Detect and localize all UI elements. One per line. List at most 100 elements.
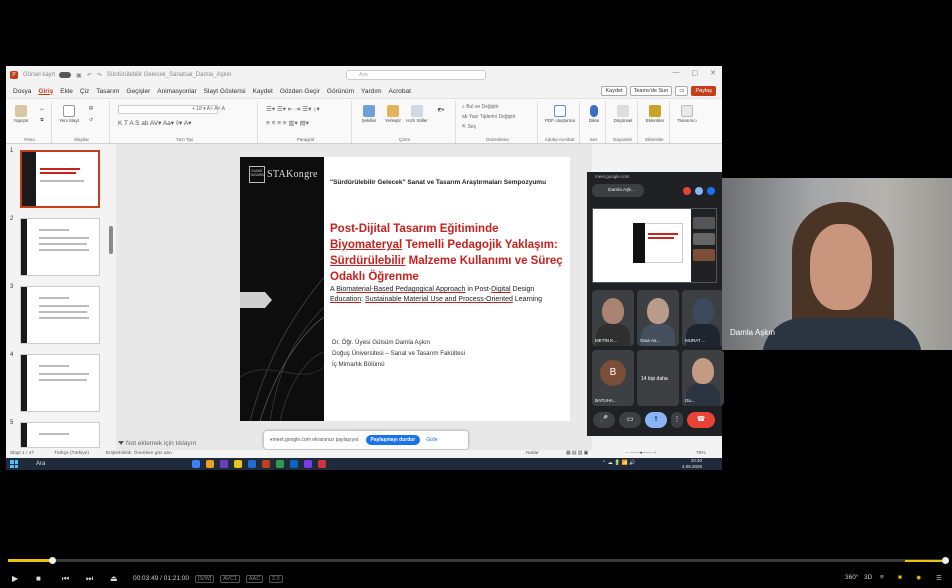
layout-icon[interactable]: ▤ (84, 105, 98, 111)
autosave-toggle[interactable] (59, 72, 72, 78)
notes-toggle[interactable]: Notlar (526, 450, 539, 458)
cut-icon[interactable]: ✂ (36, 107, 48, 113)
more-participants-tile[interactable]: 14 kişi daha (637, 350, 679, 406)
new-slide-button[interactable]: Yeni Slayt (58, 105, 80, 123)
system-tray[interactable]: ⌃ ☁ 🔋 📶 🔊 (602, 460, 635, 466)
slide-thumbnail-selected[interactable] (20, 150, 100, 208)
seek-handle[interactable] (49, 557, 56, 564)
reset-icon[interactable]: ↺ (84, 117, 98, 123)
participant-tile[interactable]: Onur As... (637, 290, 679, 346)
menu-icon[interactable]: ☰ (936, 574, 942, 582)
menu-item[interactable]: Çiz (80, 88, 89, 95)
more-options-icon[interactable]: ⋮ (671, 412, 683, 428)
3d-button[interactable]: 3D (864, 574, 872, 581)
participant-tile[interactable]: MURAT ... (682, 290, 724, 346)
slide-thumbnail[interactable] (20, 354, 100, 412)
eject-icon[interactable]: ⏏ (110, 574, 118, 583)
menu-item[interactable]: Animasyonlar (157, 88, 196, 95)
undo-icon[interactable]: ↶ (87, 72, 92, 79)
chrome-icon[interactable] (206, 460, 214, 468)
participant-tile[interactable]: METİN K... (592, 290, 634, 346)
leave-call-button[interactable]: ☎ (687, 412, 715, 428)
taskbar-search[interactable]: Ara (26, 459, 96, 469)
menu-item[interactable]: Yardım (361, 88, 381, 95)
slide-thumbnail[interactable] (20, 218, 100, 276)
onenote-icon[interactable] (304, 460, 312, 468)
meet-self-pill[interactable]: Damla Aşk... (592, 184, 644, 197)
equalizer-icon[interactable]: ≡ (880, 574, 884, 581)
list-buttons[interactable]: ☰▾ ☰▾ ⇤ ⇥ ☰▾ ↕▾ (266, 105, 320, 113)
dictate-button[interactable]: Dikte (584, 105, 604, 123)
file-explorer-icon[interactable] (234, 460, 242, 468)
pdf-reader-icon[interactable] (318, 460, 326, 468)
find-replace-button[interactable]: ⌕ Bul ve Değiştir (462, 104, 498, 110)
menu-item[interactable]: Slayt Gösterisi (204, 88, 246, 95)
language-status[interactable]: Türkçe (Türkiye) (54, 450, 89, 458)
next-icon[interactable]: ⏭ (86, 574, 93, 584)
slide-thumbnail[interactable] (20, 286, 100, 344)
teams-icon[interactable] (220, 460, 228, 468)
menu-item[interactable]: Ekle (60, 88, 73, 95)
menu-item[interactable]: Tasarım (96, 88, 119, 95)
view-buttons[interactable]: ▦ ▤ ▥ ▣ (566, 450, 588, 458)
excel-icon[interactable] (276, 460, 284, 468)
record-button[interactable]: Kaydet (601, 86, 627, 96)
hide-banner-button[interactable]: Gizle (426, 437, 437, 443)
pen-icon[interactable] (695, 187, 703, 195)
accessibility-status[interactable]: Erişilebilirlik: Önerilere göz atın (106, 450, 172, 458)
slide-thumbnail[interactable] (20, 422, 100, 448)
menu-item[interactable]: Geçişler (126, 88, 150, 95)
play-icon[interactable]: ▶ (12, 574, 18, 583)
menu-item[interactable]: Dosya (13, 88, 31, 95)
windows-start-icon[interactable] (10, 460, 18, 468)
minimize-icon[interactable]: — (673, 69, 680, 77)
close-icon[interactable]: ✕ (710, 69, 716, 77)
volume-handle[interactable] (942, 557, 949, 564)
outlook-icon[interactable] (290, 460, 298, 468)
font-size-field[interactable]: + 18 ▾ A˄ A˅ A (192, 106, 225, 112)
current-slide[interactable]: SANAT TASARIM STAKongre "Sürdürülebilir … (240, 157, 570, 421)
teams-present-button[interactable]: Teams'de Sun (629, 86, 673, 96)
designer-button[interactable]: Düşünsel (610, 105, 636, 123)
chevron-down-icon[interactable] (118, 441, 124, 445)
copy-icon[interactable]: ⧉ (36, 117, 48, 122)
microphone-button[interactable]: 🎤 (593, 412, 615, 428)
search-input[interactable]: Ara (346, 70, 486, 80)
zoom-slider[interactable]: − ——●—— + (626, 450, 656, 458)
settings-gear-icon[interactable]: ✹ (916, 574, 921, 582)
menu-item[interactable]: Gözden Geçir (280, 88, 320, 95)
addins-button[interactable]: Eklentiler (642, 105, 668, 123)
redo-icon[interactable]: ↷ (97, 72, 102, 79)
participant-tile[interactable]: Da... (682, 350, 724, 406)
share-button[interactable]: Paylaş (691, 86, 716, 96)
replace-font-button[interactable]: ab Yazı Tiplerini Değiştir (462, 114, 515, 120)
menu-item[interactable]: Acrobat (389, 88, 411, 95)
stop-sharing-button[interactable]: Paylaşmayı durdur (365, 435, 421, 445)
thumbnails-scrollbar[interactable] (109, 226, 113, 254)
align-buttons[interactable]: ≡ ≡ ≡ ≡ ▥▾ ▤▾ (266, 119, 309, 127)
menu-item[interactable]: Görünüm (327, 88, 354, 95)
comments-icon[interactable]: ▭ (675, 86, 689, 96)
previous-icon[interactable]: ⏮ (62, 574, 69, 584)
word-icon[interactable] (248, 460, 256, 468)
maximize-icon[interactable]: ▢ (692, 69, 699, 77)
create-pdf-button[interactable]: PDF oluşturma (544, 105, 576, 123)
powerpoint-icon[interactable] (262, 460, 270, 468)
save-icon[interactable]: ▣ (76, 72, 82, 79)
volume-bar[interactable] (905, 560, 943, 562)
vr-360-button[interactable]: 360° (845, 574, 858, 581)
participant-tile[interactable]: B BATUHA... (592, 350, 634, 406)
paste-button[interactable]: Yapıştır (10, 105, 32, 123)
shape-fill-icon[interactable]: ◩▾ (432, 107, 450, 113)
edge-icon[interactable] (192, 460, 200, 468)
menu-item-active[interactable]: Giriş (38, 88, 53, 95)
stop-icon[interactable]: ■ (36, 574, 41, 583)
font-format-buttons[interactable]: K T A S ab AV▾ Aa▾ ◊▾ A▾ (118, 119, 191, 127)
designer-panel-button[interactable]: Tasarımcı (672, 105, 702, 123)
quick-styles-button[interactable]: Hızlı Stiller (406, 105, 428, 123)
camera-button[interactable]: ▭ (619, 412, 641, 428)
arrange-button[interactable]: Yerleştir (382, 105, 404, 123)
clock[interactable]: 10:40 4.05.2026 (682, 458, 702, 470)
settings-icon[interactable] (707, 187, 715, 195)
playlist-icon[interactable]: ■ (898, 574, 902, 581)
